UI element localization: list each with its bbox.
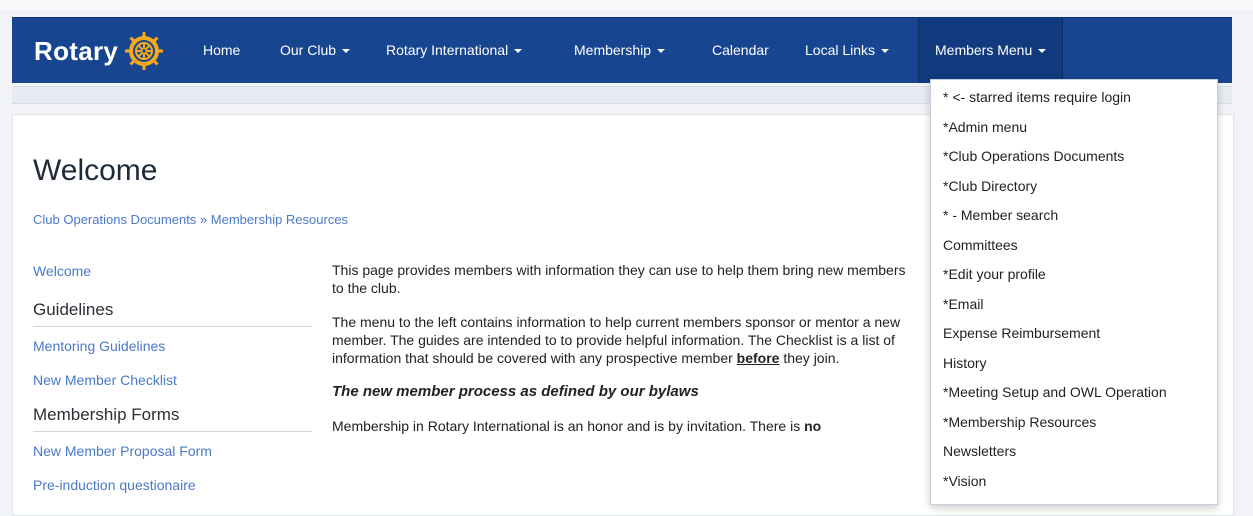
sidebar-link-mentoring-guidelines[interactable]: Mentoring Guidelines — [33, 337, 312, 359]
menu-item-email[interactable]: *Email — [931, 290, 1217, 320]
nav-members-menu[interactable]: Members Menu — [918, 18, 1064, 83]
breadcrumb: Club Operations Documents » Membership R… — [33, 212, 348, 227]
page-title: Welcome — [33, 154, 158, 187]
main-navbar: Rotary Home Our Club Rotary Internationa… — [12, 17, 1232, 83]
breadcrumb-current[interactable]: Membership Resources — [211, 212, 348, 227]
sidebar-link-pre-induction-questionaire[interactable]: Pre-induction questionaire — [33, 476, 312, 498]
menu-item-meeting-setup[interactable]: *Meeting Setup and OWL Operation — [931, 378, 1217, 408]
invitation-paragraph: Membership in Rotary International is an… — [332, 417, 912, 435]
sidebar-heading-guidelines: Guidelines — [33, 300, 312, 327]
nav-home-label: Home — [203, 42, 241, 58]
brand-logo[interactable]: Rotary — [34, 32, 164, 70]
sidebar-link-new-member-checklist[interactable]: New Member Checklist — [33, 371, 312, 393]
menu-item-login-note[interactable]: * <- starred items require login — [931, 83, 1217, 113]
main-content: This page provides members with informat… — [332, 261, 912, 451]
brand-text: Rotary — [34, 35, 119, 66]
menu-item-club-directory[interactable]: *Club Directory — [931, 172, 1217, 202]
intro-paragraph: This page provides members with informat… — [332, 262, 906, 296]
nav-our-club-label: Our Club — [280, 42, 337, 58]
nav-local-links[interactable]: Local Links — [805, 18, 890, 83]
sidebar: Welcome Guidelines Mentoring Guidelines … — [33, 262, 312, 498]
breadcrumb-parent[interactable]: Club Operations Documents — [33, 212, 196, 227]
menu-item-committees[interactable]: Committees — [931, 231, 1217, 261]
rotary-wheel-icon — [125, 32, 164, 70]
chevron-down-icon — [881, 49, 890, 54]
breadcrumb-separator: » — [196, 212, 211, 227]
members-menu-dropdown: * <- starred items require login *Admin … — [930, 79, 1218, 505]
nav-our-club[interactable]: Our Club — [280, 18, 351, 83]
menu-item-expense-reimbursement[interactable]: Expense Reimbursement — [931, 319, 1217, 349]
menu-item-vision[interactable]: *Vision — [931, 467, 1217, 497]
nav-rotary-international-label: Rotary International — [386, 42, 509, 58]
menu-item-member-search[interactable]: * - Member search — [931, 201, 1217, 231]
sponsor-paragraph: The menu to the left contains informatio… — [332, 313, 912, 367]
nav-local-links-label: Local Links — [805, 42, 876, 58]
nav-membership[interactable]: Membership — [574, 18, 666, 83]
chevron-down-icon — [657, 49, 666, 54]
top-strip — [0, 0, 1253, 10]
nav-home[interactable]: Home — [203, 18, 240, 83]
menu-item-admin-menu[interactable]: *Admin menu — [931, 113, 1217, 143]
sidebar-link-new-member-proposal-form[interactable]: New Member Proposal Form — [33, 442, 312, 464]
nav-calendar-label: Calendar — [712, 42, 769, 58]
menu-item-edit-profile[interactable]: *Edit your profile — [931, 260, 1217, 290]
sidebar-heading-membership-forms: Membership Forms — [33, 405, 312, 432]
bylaws-heading: The new member process as defined by our… — [332, 383, 699, 400]
sponsor-text-end: they join. — [779, 350, 840, 366]
menu-item-history[interactable]: History — [931, 349, 1217, 379]
chevron-down-icon — [342, 49, 351, 54]
menu-item-newsletters[interactable]: Newsletters — [931, 437, 1217, 467]
emphasis-no: no — [804, 418, 822, 434]
emphasis-before: before — [736, 350, 780, 366]
menu-item-club-operations-documents[interactable]: *Club Operations Documents — [931, 142, 1217, 172]
nav-membership-label: Membership — [574, 42, 652, 58]
chevron-down-icon — [1038, 49, 1047, 54]
chevron-down-icon — [514, 49, 523, 54]
nav-calendar[interactable]: Calendar — [712, 18, 769, 83]
nav-rotary-international[interactable]: Rotary International — [386, 18, 523, 83]
nav-members-menu-label: Members Menu — [935, 42, 1033, 58]
menu-item-membership-resources[interactable]: *Membership Resources — [931, 408, 1217, 438]
invitation-text: Membership in Rotary International is an… — [332, 418, 805, 434]
sidebar-link-welcome[interactable]: Welcome — [33, 262, 312, 284]
